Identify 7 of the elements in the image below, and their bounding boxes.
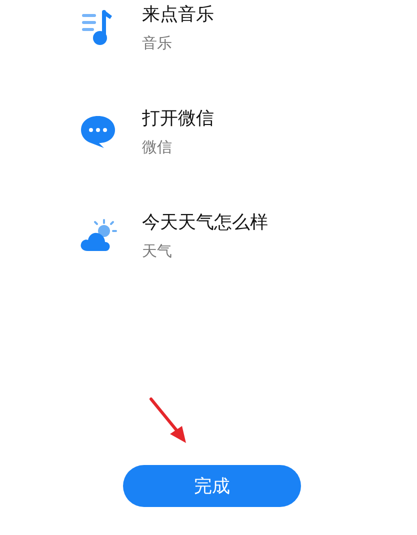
done-button[interactable]: 完成: [123, 465, 301, 507]
item-subtitle: 音乐: [142, 34, 173, 53]
item-title[interactable]: 今天天气怎么样: [142, 210, 268, 234]
item-title[interactable]: 打开微信: [142, 106, 214, 130]
item-subtitle: 天气: [142, 242, 173, 261]
item-subtitle: 微信: [142, 138, 173, 157]
item-title[interactable]: 来点音乐: [142, 2, 214, 26]
